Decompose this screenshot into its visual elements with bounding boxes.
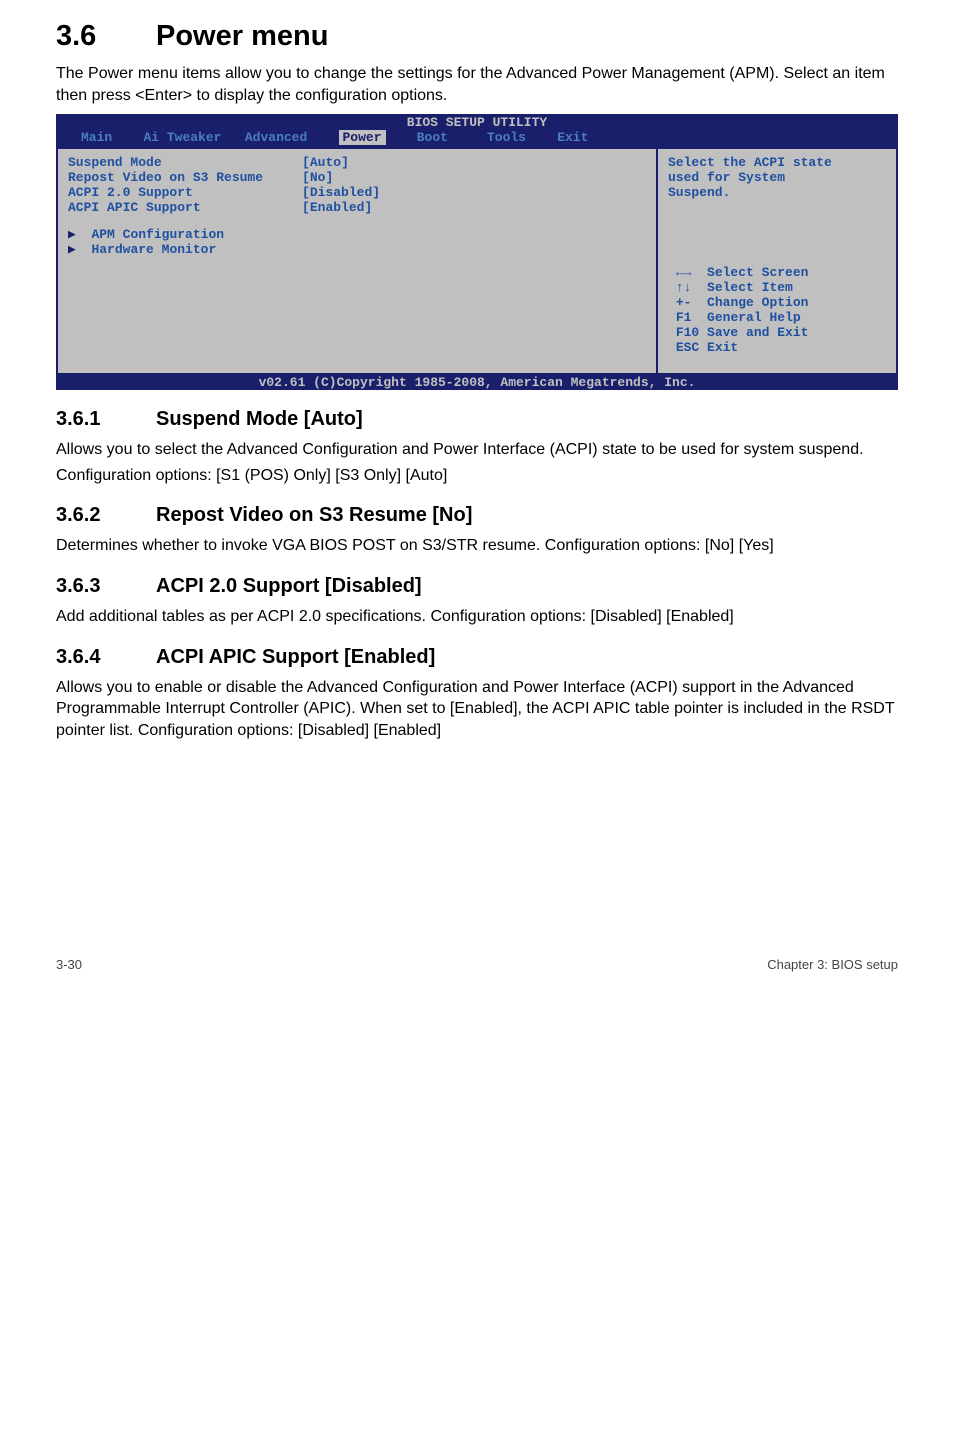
bios-screenshot: BIOS SETUP UTILITY Main Ai Tweaker Advan… <box>56 114 898 390</box>
page-footer: 3-30 Chapter 3: BIOS setup <box>56 951 898 972</box>
bios-key-text: Change Option <box>699 295 808 310</box>
section-title: Suspend Mode [Auto] <box>156 408 363 430</box>
section-title: ACPI 2.0 Support [Disabled] <box>156 575 422 597</box>
bios-option-row: Repost Video on S3 Resume [No] <box>68 170 646 185</box>
bios-opt-label: ACPI 2.0 Support <box>68 185 193 200</box>
bios-key-row: F10 Save and Exit <box>668 325 886 340</box>
bios-key-text: Select Item <box>707 280 793 295</box>
bios-key-label: F10 <box>676 325 699 340</box>
spacer <box>668 200 886 265</box>
bios-key-text: Save and Exit <box>707 325 808 340</box>
section-title: Repost Video on S3 Resume [No] <box>156 504 472 526</box>
bios-opt-label: Repost Video on S3 Resume <box>68 170 263 185</box>
bios-submenu-row: ▶ APM Configuration <box>68 227 646 242</box>
bios-opt-value: [No] <box>302 170 333 185</box>
section-title: ACPI APIC Support [Enabled] <box>156 646 435 668</box>
section-heading: 3.6.4ACPI APIC Support [Enabled] <box>56 646 898 669</box>
bios-option-row: ACPI APIC Support [Enabled] <box>68 200 646 215</box>
bios-submenu-label: Hardware Monitor <box>91 242 216 257</box>
triangle-right-icon: ▶ <box>68 242 76 257</box>
bios-menu-tools: Tools <box>487 130 526 145</box>
bios-menu-advanced: Advanced <box>245 130 307 145</box>
bios-key-row: ↑↓ Select Item <box>668 280 886 295</box>
section-paragraph: Determines whether to invoke VGA BIOS PO… <box>56 535 898 557</box>
bios-opt-label: Suspend Mode <box>68 155 162 170</box>
bios-help-line: Suspend. <box>668 185 886 200</box>
bios-option-row: Suspend Mode [Auto] <box>68 155 646 170</box>
bios-key-row: F1 General Help <box>668 310 886 325</box>
bios-key-label: +- <box>676 295 692 310</box>
chapter-label: Chapter 3: BIOS setup <box>767 957 898 972</box>
bios-option-row: ACPI 2.0 Support [Disabled] <box>68 185 646 200</box>
bios-right-panel: Select the ACPI state used for System Su… <box>657 148 897 374</box>
spacer <box>68 215 646 227</box>
section-number: 3.6.2 <box>56 504 156 527</box>
section-number: 3.6.3 <box>56 575 156 598</box>
heading-number: 3.6 <box>56 20 156 53</box>
bios-key-text: Select Screen <box>707 265 808 280</box>
bios-submenu-label: APM Configuration <box>91 227 224 242</box>
bios-menu-power-selected: Power <box>339 130 386 145</box>
bios-title: BIOS SETUP UTILITY <box>57 114 897 130</box>
section-number: 3.6.1 <box>56 408 156 431</box>
page-number: 3-30 <box>56 957 82 972</box>
section-heading: 3.6.1Suspend Mode [Auto] <box>56 408 898 431</box>
section-heading: 3.6.3ACPI 2.0 Support [Disabled] <box>56 575 898 598</box>
bios-opt-value: [Disabled] <box>302 185 380 200</box>
bios-menu-main: Main <box>81 130 112 145</box>
triangle-right-icon: ▶ <box>68 227 76 242</box>
arrows-ud-icon: ↑↓ <box>676 280 692 295</box>
bios-menu-exit: Exit <box>557 130 588 145</box>
bios-help-line: Select the ACPI state <box>668 155 886 170</box>
section-number: 3.6.4 <box>56 646 156 669</box>
bios-menu-tweaker: Ai Tweaker <box>143 130 221 145</box>
heading-title: Power menu <box>156 20 328 52</box>
spacer <box>68 257 646 367</box>
bios-opt-value: [Enabled] <box>302 200 372 215</box>
bios-key-row: ←→ Select Screen <box>668 265 886 280</box>
bios-key-text: Exit <box>707 340 738 355</box>
bios-opt-label: ACPI APIC Support <box>68 200 201 215</box>
bios-menu-bar: Main Ai Tweaker Advanced Power Boot Tool… <box>57 130 897 148</box>
bios-submenu-row: ▶ Hardware Monitor <box>68 242 646 257</box>
section-paragraph: Allows you to enable or disable the Adva… <box>56 677 898 742</box>
bios-key-text: General Help <box>699 310 800 325</box>
section-paragraph: Configuration options: [S1 (POS) Only] [… <box>56 465 898 487</box>
section-paragraph: Allows you to select the Advanced Config… <box>56 439 898 461</box>
bios-opt-value: [Auto] <box>302 155 349 170</box>
section-heading: 3.6.2Repost Video on S3 Resume [No] <box>56 504 898 527</box>
bios-key-row: +- Change Option <box>668 295 886 310</box>
section-paragraph: Add additional tables as per ACPI 2.0 sp… <box>56 606 898 628</box>
bios-footer: v02.61 (C)Copyright 1985-2008, American … <box>57 374 897 390</box>
bios-menu-boot: Boot <box>417 130 448 145</box>
arrows-lr-icon: ←→ <box>676 265 692 280</box>
bios-help-line: used for System <box>668 170 886 185</box>
bios-key-label: ESC <box>676 340 699 355</box>
bios-key-label: F1 <box>676 310 692 325</box>
page-heading: 3.6Power menu <box>56 20 898 53</box>
intro-paragraph: The Power menu items allow you to change… <box>56 63 898 106</box>
bios-key-row: ESC Exit <box>668 340 886 355</box>
bios-left-panel: Suspend Mode [Auto] Repost Video on S3 R… <box>57 148 657 374</box>
